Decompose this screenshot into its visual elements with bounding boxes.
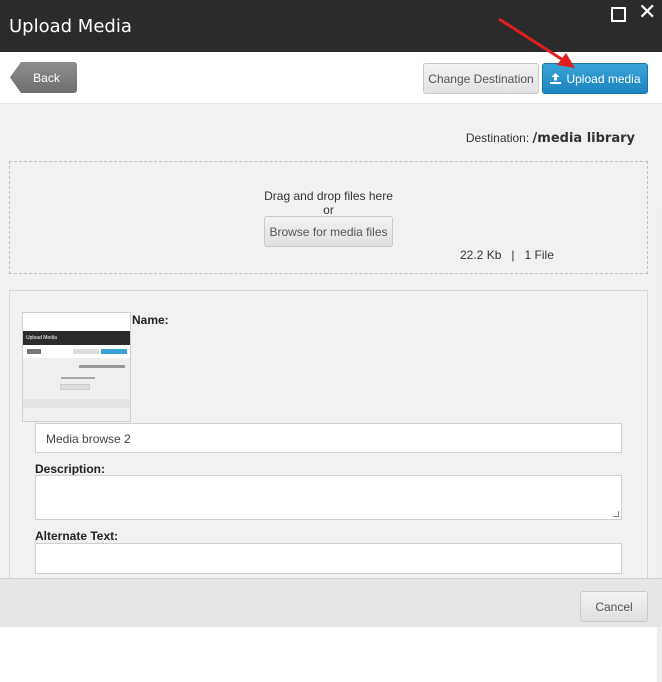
thumbnail-footer — [23, 399, 130, 408]
thumbnail-title: Upload Media — [26, 335, 57, 341]
destination: Destination: /media library — [466, 131, 635, 146]
browse-button[interactable]: Browse for media files — [264, 216, 393, 247]
upload-content: Destination: /media library Drag and dro… — [0, 104, 662, 682]
close-icon[interactable]: ✕ — [638, 2, 656, 24]
file-size: 22.2 Kb — [460, 248, 502, 262]
dialog-footer: Cancel — [0, 578, 662, 627]
dropzone[interactable]: Drag and drop files here or Browse for m… — [9, 161, 648, 274]
thumbnail-destination — [79, 365, 125, 368]
file-count: 1 File — [524, 248, 554, 262]
thumbnail-drag-text — [61, 377, 95, 379]
file-panel: Upload Media Name: Media browse 2 Descri… — [9, 290, 648, 578]
file-summary: 22.2 Kb | 1 File — [460, 248, 554, 262]
red-arrow-annotation — [498, 17, 575, 68]
or-text: or — [323, 203, 334, 217]
thumbnail-back — [27, 349, 41, 354]
dialog-title: Upload Media — [9, 16, 132, 37]
dropzone-text: Drag and drop files here or — [10, 189, 647, 217]
name-input[interactable]: Media browse 2 — [35, 423, 622, 453]
drag-drop-text: Drag and drop files here — [264, 189, 393, 203]
resize-handle-icon[interactable] — [613, 511, 619, 517]
alternate-text-label: Alternate Text: — [35, 529, 119, 543]
destination-value: /media library — [532, 131, 635, 146]
description-label: Description: — [35, 462, 106, 476]
back-button[interactable]: Back — [10, 62, 77, 93]
thumbnail-button-accent — [101, 349, 127, 354]
destination-label: Destination: — [465, 131, 530, 145]
thumbnail-button — [73, 349, 99, 354]
alternate-text-input[interactable] — [35, 543, 622, 574]
description-input[interactable] — [35, 475, 622, 520]
maximize-icon[interactable] — [611, 7, 626, 22]
separator: | — [511, 248, 515, 262]
file-thumbnail: Upload Media — [22, 312, 131, 422]
cancel-button[interactable]: Cancel — [580, 591, 648, 622]
name-label: Name: — [132, 313, 169, 327]
thumbnail-browse — [60, 384, 90, 390]
